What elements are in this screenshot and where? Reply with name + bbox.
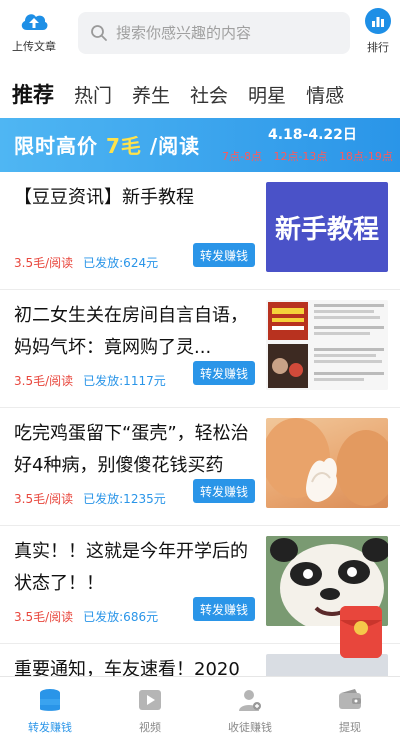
video-icon bbox=[139, 690, 161, 710]
tab-celebrity[interactable]: 明星 bbox=[248, 81, 286, 108]
rank-button[interactable]: 排行 bbox=[358, 8, 398, 58]
red-envelope-button[interactable] bbox=[340, 606, 382, 658]
collage-image-icon bbox=[266, 300, 388, 390]
tab-hot[interactable]: 热门 bbox=[74, 81, 112, 108]
red-envelope-icon bbox=[340, 606, 382, 658]
article-sent: 已发放:1235元 bbox=[83, 492, 166, 506]
article-thumbnail bbox=[266, 300, 388, 390]
article-price: 3.5毛/阅读 bbox=[14, 610, 74, 624]
search-bar[interactable] bbox=[78, 12, 350, 54]
article-title: 【豆豆资讯】新手教程 bbox=[14, 187, 194, 208]
cloud-upload-icon bbox=[21, 14, 48, 30]
tab-recommend[interactable]: 推荐 bbox=[12, 79, 54, 109]
eggs-image-icon bbox=[266, 418, 388, 506]
nav-label: 收徒赚钱 bbox=[228, 721, 272, 734]
article-price: 3.5毛/阅读 bbox=[14, 374, 74, 388]
article-sent: 已发放:624元 bbox=[83, 256, 159, 270]
promo-banner[interactable]: 限时高价 7毛 /阅读 4.18-4.22日 7点-8点 12点-13点 18点… bbox=[0, 118, 400, 172]
banner-title-price: 7毛 bbox=[105, 134, 142, 158]
article-item[interactable]: 【豆豆资讯】新手教程 3.5毛/阅读 已发放:624元 转发赚钱 新手教程 bbox=[0, 172, 400, 290]
banner-time-2: 12点-13点 bbox=[273, 150, 328, 163]
article-thumbnail bbox=[266, 418, 388, 508]
nav-label: 视频 bbox=[139, 721, 161, 734]
article-title: 吃完鸡蛋留下“蛋壳”，轻松治好4种病，别傻傻花钱买药 bbox=[14, 423, 249, 476]
banner-title-prefix: 限时高价 bbox=[14, 134, 98, 158]
nav-video[interactable]: 视频 bbox=[100, 677, 200, 752]
wallet-icon bbox=[339, 689, 361, 709]
article-meta: 3.5毛/阅读 已发放:624元 bbox=[14, 254, 158, 271]
article-item[interactable]: 吃完鸡蛋留下“蛋壳”，轻松治好4种病，别傻傻花钱买药 3.5毛/阅读 已发放:1… bbox=[0, 408, 400, 526]
tab-health[interactable]: 养生 bbox=[132, 81, 170, 108]
nav-recruit[interactable]: 收徒赚钱 bbox=[200, 677, 300, 752]
user-add-icon bbox=[239, 690, 261, 711]
nav-share-earn[interactable]: 转发赚钱 bbox=[0, 677, 100, 752]
share-earn-button[interactable]: 转发赚钱 bbox=[193, 597, 255, 621]
share-earn-button[interactable]: 转发赚钱 bbox=[193, 479, 255, 503]
coins-icon bbox=[40, 689, 60, 711]
banner-time-1: 7点-8点 bbox=[222, 150, 262, 163]
article-price: 3.5毛/阅读 bbox=[14, 256, 74, 270]
banner-title: 限时高价 7毛 /阅读 bbox=[14, 130, 200, 159]
thumbnail-text: 新手教程 bbox=[274, 214, 379, 245]
banner-date: 4.18-4.22日 bbox=[268, 127, 357, 143]
tab-emotion[interactable]: 情感 bbox=[306, 81, 344, 108]
banner-title-suffix: /阅读 bbox=[149, 134, 201, 158]
bottom-nav: 转发赚钱 视频 收徒赚钱 提现 bbox=[0, 676, 400, 752]
article-title: 初二女生关在房间自言自语，妈妈气坏：竟网购了灵... bbox=[14, 305, 248, 358]
top-header: 上传文章 排行 bbox=[0, 0, 400, 66]
tab-society[interactable]: 社会 bbox=[190, 81, 228, 108]
upload-article-button[interactable]: 上传文章 bbox=[8, 8, 60, 58]
search-icon bbox=[91, 25, 107, 41]
bar-chart-icon bbox=[365, 8, 391, 34]
upload-label: 上传文章 bbox=[12, 40, 56, 53]
category-tabs: 推荐 热门 养生 社会 明星 情感 bbox=[0, 72, 400, 116]
article-meta: 3.5毛/阅读 已发放:686元 bbox=[14, 608, 158, 625]
article-meta: 3.5毛/阅读 已发放:1117元 bbox=[14, 372, 166, 389]
search-input[interactable] bbox=[116, 24, 336, 42]
article-sent: 已发放:1117元 bbox=[83, 374, 166, 388]
article-thumbnail: 新手教程 bbox=[266, 182, 388, 272]
nav-label: 转发赚钱 bbox=[28, 721, 72, 734]
nav-withdraw[interactable]: 提现 bbox=[300, 677, 400, 752]
article-item[interactable]: 初二女生关在房间自言自语，妈妈气坏：竟网购了灵... 3.5毛/阅读 已发放:1… bbox=[0, 290, 400, 408]
article-title: 真实！！这就是今年开学后的状态了！！ bbox=[14, 541, 248, 594]
article-sent: 已发放:686元 bbox=[83, 610, 159, 624]
rank-label: 排行 bbox=[367, 41, 389, 54]
banner-time-3: 18点-19点 bbox=[338, 150, 393, 163]
banner-times: 7点-8点 12点-13点 18点-19点 bbox=[222, 148, 400, 164]
share-earn-button[interactable]: 转发赚钱 bbox=[193, 361, 255, 385]
article-meta: 3.5毛/阅读 已发放:1235元 bbox=[14, 490, 166, 507]
share-earn-button[interactable]: 转发赚钱 bbox=[193, 243, 255, 267]
nav-label: 提现 bbox=[339, 721, 361, 734]
article-price: 3.5毛/阅读 bbox=[14, 492, 74, 506]
